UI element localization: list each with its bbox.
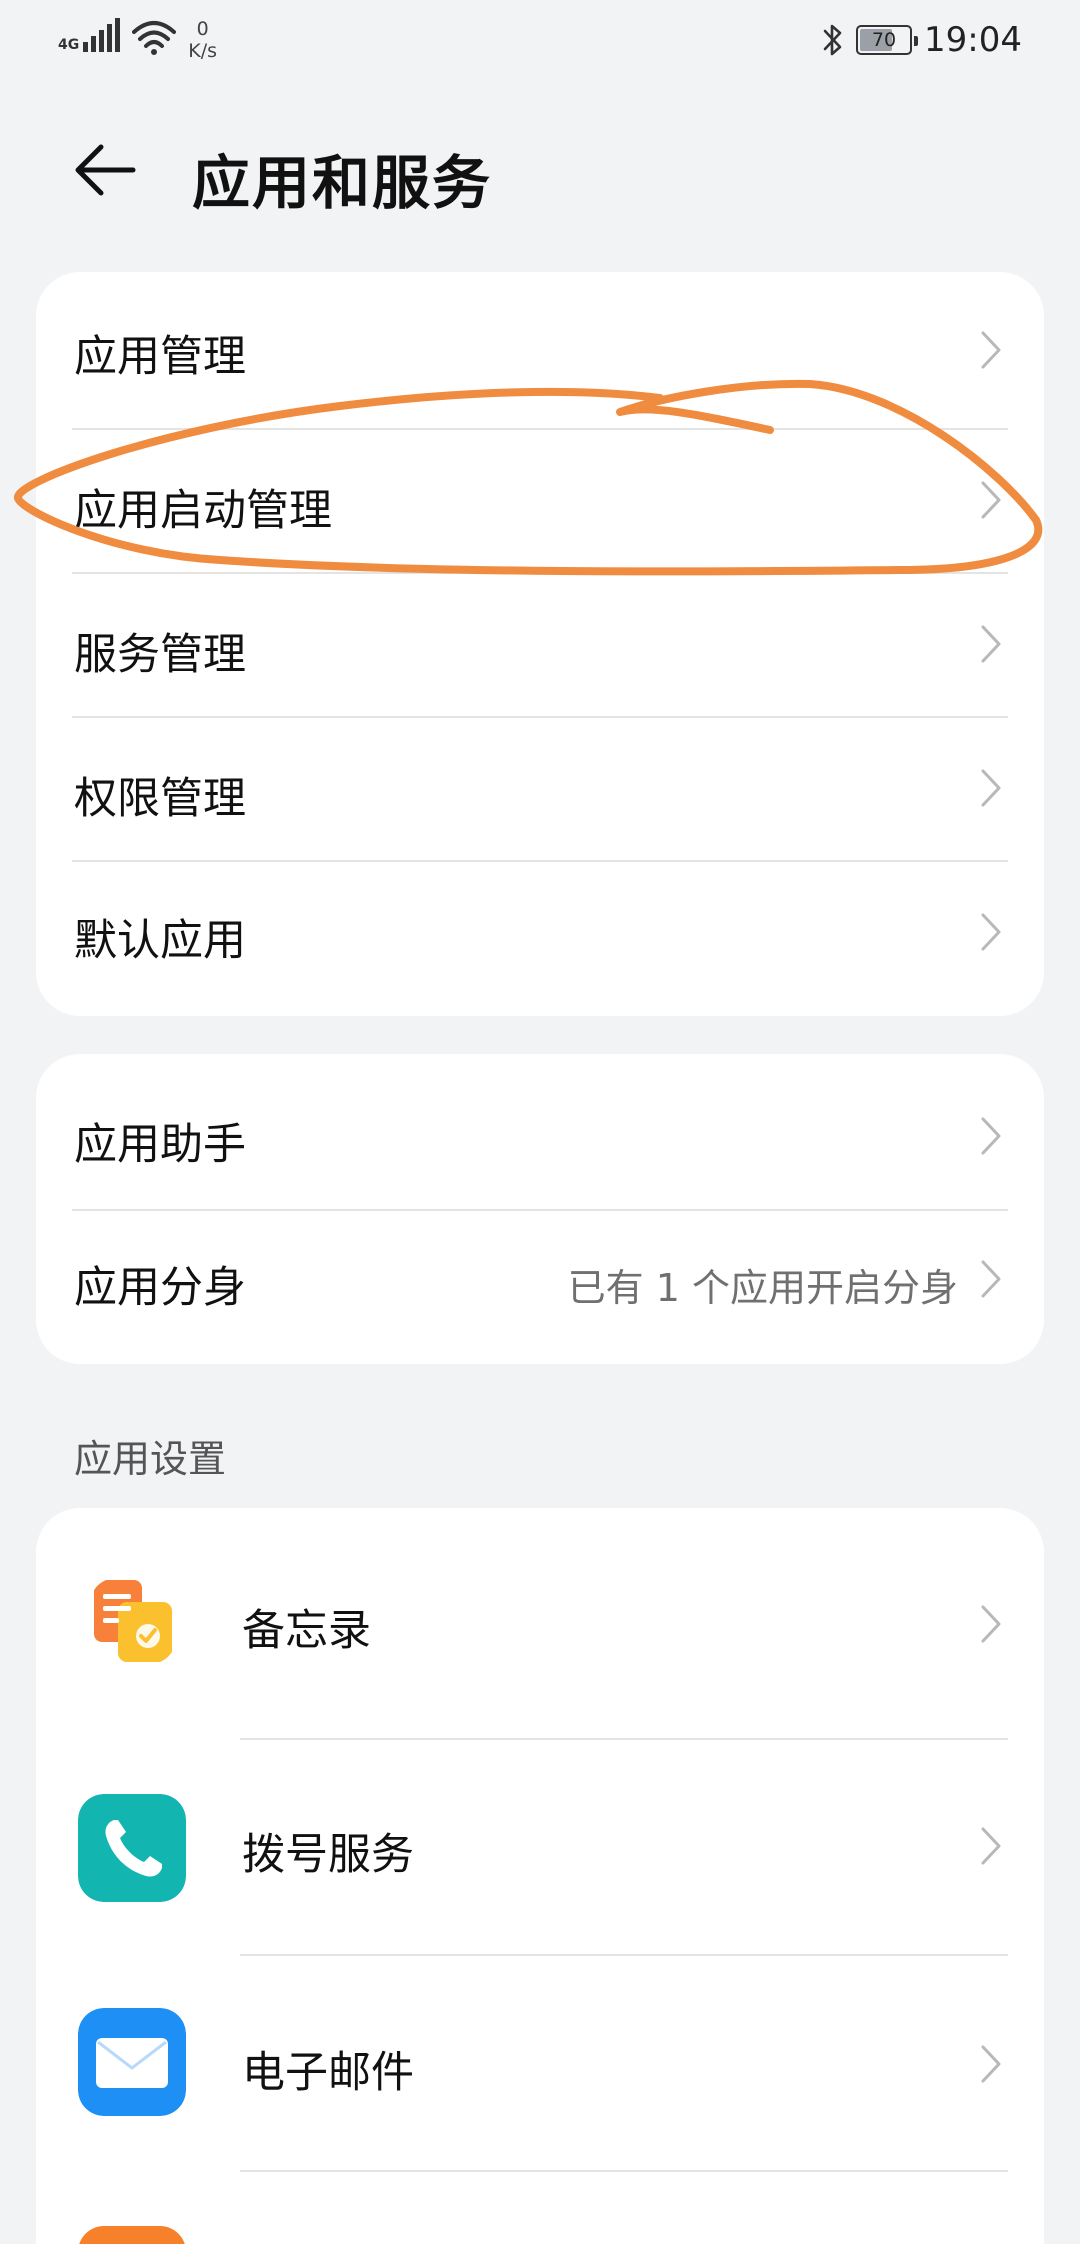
chevron-right-icon [981,481,1001,519]
memo-icon [94,1580,172,1662]
chevron-right-icon [981,2045,1001,2083]
app-icon-orange [78,2226,186,2244]
list-item-app-twin[interactable]: 应用分身 已有 1 个应用开启分身 [36,1209,1044,1364]
app-label: 备忘录 [242,1606,371,1656]
back-button[interactable] [70,138,140,202]
list-item-app-launch-management[interactable]: 应用启动管理 [36,428,1044,572]
battery-percent: 70 [871,29,897,51]
speed-unit: K/s [188,40,217,62]
battery-icon: 70 [856,25,919,55]
app-services-screen: 4G 0 K/s 70 19:04 应用和服务 应用管理 应用启动管理 服务管理… [0,0,1080,2244]
list-item-label: 应用分身 [74,1263,246,1313]
list-item-app-assistant[interactable]: 应用助手 [36,1054,1044,1209]
list-item-app-management[interactable]: 应用管理 [36,272,1044,428]
app-label: 拨号服务 [242,1830,414,1880]
mail-icon [78,2008,186,2116]
list-item-label: 应用管理 [74,332,246,382]
status-left: 4G 0 K/s [58,18,217,62]
page-title: 应用和服务 [192,149,493,217]
list-item-label: 应用助手 [74,1120,246,1170]
list-item-label: 服务管理 [74,630,246,680]
list-item-service-management[interactable]: 服务管理 [36,572,1044,716]
speed-value: 0 [196,18,209,40]
chevron-right-icon [981,331,1001,369]
management-card: 应用管理 应用启动管理 服务管理 权限管理 默认应用 [36,272,1044,1016]
bluetooth-icon [823,24,842,56]
chevron-right-icon [981,1260,1001,1298]
chevron-right-icon [981,625,1001,663]
app-settings-card: 备忘录 拨号服务 电子邮件 [36,1508,1044,2244]
list-item-default-apps[interactable]: 默认应用 [36,860,1044,1016]
status-bar: 4G 0 K/s 70 19:04 [0,0,1080,84]
list-item-permission-management[interactable]: 权限管理 [36,716,1044,860]
status-right: 70 19:04 [822,18,1022,62]
chevron-right-icon [981,1605,1001,1643]
list-item-dialer-service[interactable]: 拨号服务 [36,1738,1044,1954]
header: 应用和服务 [0,120,1080,220]
chevron-right-icon [981,913,1001,951]
list-item-memo[interactable]: 备忘录 [36,1508,1044,1738]
section-title-app-settings: 应用设置 [74,1437,227,1481]
arrow-left-icon [75,144,136,196]
list-item-label: 默认应用 [74,916,246,966]
assistant-card: 应用助手 应用分身 已有 1 个应用开启分身 [36,1054,1044,1364]
list-item-email[interactable]: 电子邮件 [36,1954,1044,2170]
app-twin-status: 已有 1 个应用开启分身 [567,1266,958,1310]
phone-icon [78,1794,186,1902]
chevron-right-icon [981,1117,1001,1155]
list-item-label: 应用启动管理 [74,486,332,536]
network-speed: 0 K/s [188,18,217,62]
list-item-partial[interactable] [36,2170,1044,2244]
cell-signal: 4G [58,18,121,53]
signal-bars-icon [83,18,121,52]
status-time: 19:04 [924,20,1022,60]
chevron-right-icon [981,1827,1001,1865]
wifi-icon [132,21,177,55]
app-label: 电子邮件 [242,2048,414,2098]
chevron-right-icon [981,769,1001,807]
network-type-label: 4G [58,37,80,53]
list-item-label: 权限管理 [74,774,246,824]
